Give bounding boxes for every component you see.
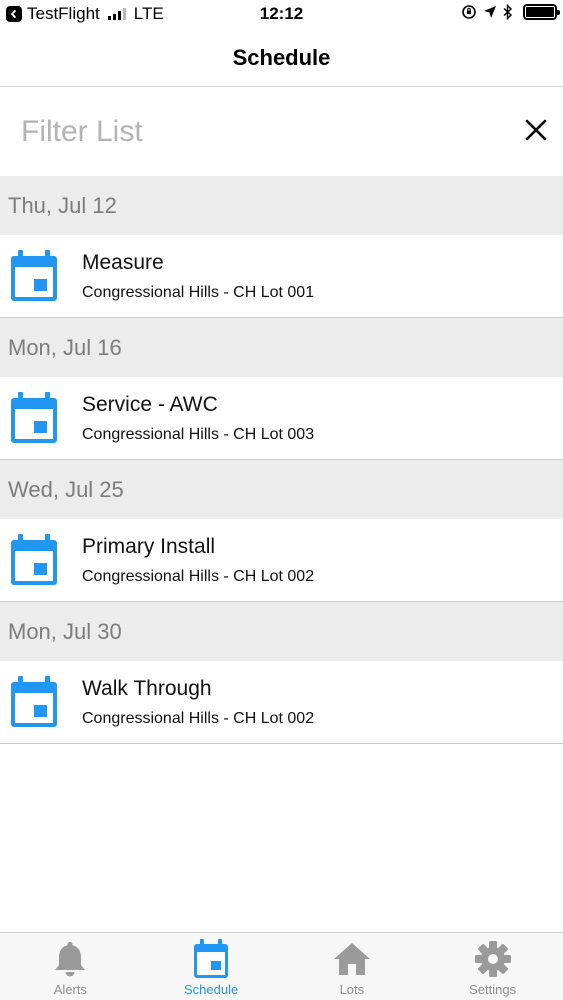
tab-label: Settings — [469, 982, 517, 997]
tab-settings[interactable]: Settings — [422, 933, 563, 1000]
date-section-header: Wed, Jul 25 — [0, 460, 563, 519]
list-item[interactable]: Measure Congressional Hills - CH Lot 001 — [0, 235, 563, 318]
back-app-label[interactable]: TestFlight — [27, 4, 100, 24]
tab-alerts[interactable]: Alerts — [0, 933, 141, 1000]
bell-icon — [50, 939, 90, 979]
back-to-app-icon[interactable] — [6, 6, 22, 22]
location-arrow-icon — [484, 6, 496, 18]
tab-label: Lots — [339, 982, 365, 997]
item-title: Primary Install — [82, 534, 216, 558]
list-item[interactable]: Primary Install Congressional Hills - CH… — [0, 519, 563, 602]
item-subtitle: Congressional Hills - CH Lot 001 — [82, 283, 315, 301]
calendar-icon — [11, 250, 57, 301]
calendar-icon — [11, 534, 57, 585]
item-subtitle: Congressional Hills - CH Lot 003 — [82, 425, 315, 443]
list-item[interactable]: Walk Through Congressional Hills - CH Lo… — [0, 661, 563, 744]
item-title: Measure — [82, 250, 164, 274]
page-title: Schedule — [232, 45, 331, 70]
tab-label: Alerts — [53, 982, 87, 997]
home-icon — [332, 939, 372, 979]
item-title: Service - AWC — [82, 392, 218, 416]
date-section-header: Thu, Jul 12 — [0, 176, 563, 235]
filter-bar — [0, 88, 563, 176]
cellular-signal-icon — [107, 8, 126, 20]
date-section-header: Mon, Jul 30 — [0, 602, 563, 661]
status-bar: TestFlight LTE 12:12 — [0, 0, 563, 30]
status-right — [461, 4, 560, 20]
filter-input[interactable] — [21, 115, 491, 149]
tab-bar: Alerts Schedule Lots Settings — [0, 932, 563, 1000]
close-icon[interactable] — [521, 115, 551, 145]
battery-icon — [523, 4, 560, 20]
tab-schedule[interactable]: Schedule — [141, 933, 282, 1000]
item-subtitle: Congressional Hills - CH Lot 002 — [82, 709, 315, 727]
date-section-header: Mon, Jul 16 — [0, 318, 563, 377]
orientation-lock-icon — [462, 5, 476, 19]
tab-label: Schedule — [184, 982, 239, 997]
item-title: Walk Through — [82, 676, 212, 700]
bluetooth-icon — [503, 4, 513, 20]
calendar-icon — [191, 939, 231, 979]
navigation-bar: Schedule — [0, 30, 563, 87]
gear-icon — [473, 939, 513, 979]
list-item[interactable]: Service - AWC Congressional Hills - CH L… — [0, 377, 563, 460]
status-left: TestFlight LTE — [6, 4, 164, 24]
item-subtitle: Congressional Hills - CH Lot 002 — [82, 567, 315, 585]
tab-lots[interactable]: Lots — [282, 933, 423, 1000]
schedule-list: Thu, Jul 12 Measure Congressional Hills … — [0, 176, 563, 744]
network-type: LTE — [133, 4, 164, 23]
calendar-icon — [11, 392, 57, 443]
calendar-icon — [11, 676, 57, 727]
